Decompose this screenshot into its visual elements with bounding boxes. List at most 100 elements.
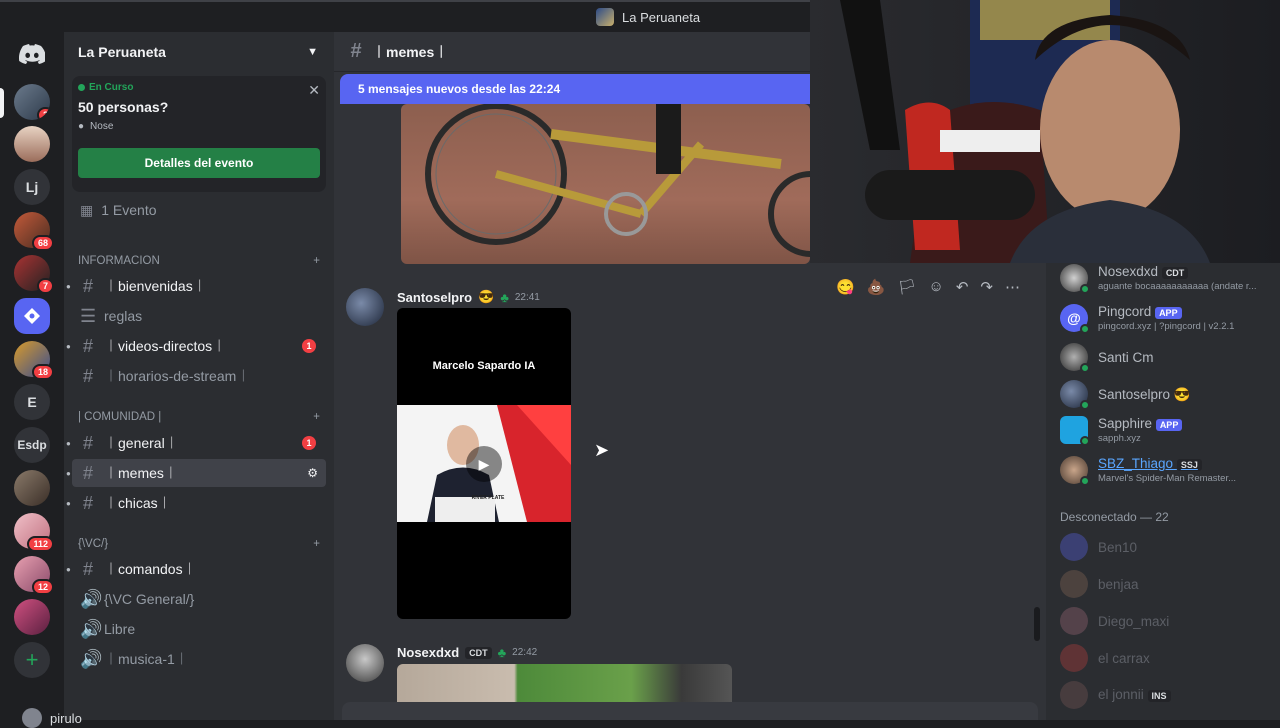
reaction-flag-icon[interactable]: 🏳 (897, 278, 916, 296)
channel-reglas[interactable]: ☰ reglas (72, 302, 326, 330)
message-input[interactable] (342, 702, 1038, 720)
member-status-text: sapph.xyz (1098, 433, 1141, 444)
member-sbz-thiago[interactable]: SBZ_Thiago SSJ Marvel's Spider-Man Remast… (1060, 452, 1276, 488)
server-icon-7[interactable]: 18 (14, 341, 54, 380)
member-name: el jonnii (1098, 686, 1144, 702)
member-name: SBZ_Thiago (1098, 456, 1174, 471)
category-informacion[interactable]: INFORMACION + (78, 252, 320, 270)
member-sapphire[interactable]: Sapphire APP sapph.xyz (1060, 412, 1276, 448)
rules-icon: ☰ (80, 305, 97, 326)
speaker-icon: 🔊 (80, 648, 103, 669)
plus-icon[interactable]: + (313, 411, 320, 423)
member-el-jonnii[interactable]: el jonnii INS (1060, 677, 1276, 713)
close-icon[interactable]: ✕ (308, 82, 320, 99)
sunglasses-emoji-icon: 😎 (478, 289, 495, 304)
image-attachment[interactable] (397, 664, 732, 702)
server-icon-5[interactable]: 7 (14, 255, 54, 294)
member-ben10[interactable]: Ben10 (1060, 529, 1276, 565)
category-vc[interactable]: {\VC/} + (78, 535, 320, 553)
server-header[interactable]: La Peruaneta ▼ (64, 32, 334, 72)
server-icon-12[interactable]: 12 (14, 556, 54, 595)
channel-general[interactable]: ● # ︱general︱ 1 (66, 429, 326, 457)
member-el-carrax[interactable]: el carrax (1060, 640, 1276, 676)
add-reaction-icon[interactable]: ☺ (929, 278, 944, 296)
forward-icon[interactable]: ↷ (980, 278, 993, 296)
avatar (1060, 681, 1088, 709)
server-icon-6[interactable] (14, 298, 50, 334)
unread-dot-icon: ● (66, 468, 71, 478)
member-nosexdxd[interactable]: Nosexdxd CDT aguante bocaaaaaaaaaaa (anda… (1060, 260, 1276, 296)
server-icon-e[interactable]: E (14, 384, 50, 420)
member-name-row: Santoselpro 😎 (1098, 387, 1191, 402)
category-comunidad[interactable]: | COMUNIDAD | + (78, 408, 320, 426)
avatar (22, 708, 42, 728)
member-benjaa[interactable]: benjaa (1060, 566, 1276, 602)
mention-badge: 68 (31, 235, 54, 251)
server-name: La Peruaneta (78, 44, 166, 60)
plus-icon[interactable]: + (313, 538, 320, 550)
plus-icon[interactable]: + (313, 255, 320, 267)
speaker-icon: 🔊 (80, 618, 103, 639)
server-icon-lj[interactable]: Lj (14, 169, 50, 205)
video-attachment[interactable]: Marcelo Sapardo IA RIVER PLATE ▶ (397, 308, 571, 619)
member-tag: CDT (1161, 267, 1189, 279)
channel-videos-directos[interactable]: ● # ︱videos-directos︱ 1 (66, 332, 326, 360)
add-server-icon[interactable]: + (14, 642, 50, 678)
voice-musica[interactable]: 🔊 ︱musica-1︱ (72, 645, 326, 673)
channel-bienvenidas[interactable]: ● # ︱bienvenidas︱ (66, 272, 326, 300)
event-status-label: En Curso (89, 82, 134, 93)
member-name: Santi Cm (1098, 349, 1154, 365)
channel-horarios[interactable]: # ︱horarios-de-stream︱ (72, 362, 326, 390)
avatar[interactable] (346, 644, 384, 682)
timestamp: 22:42 (512, 647, 538, 658)
more-icon[interactable]: ⋯ (1005, 278, 1020, 296)
voice-libre[interactable]: 🔊 Libre (72, 615, 326, 643)
event-location: ● Nose (78, 121, 320, 132)
play-icon[interactable]: ▶ (466, 446, 502, 482)
reaction-emoji-icon[interactable]: 💩 (867, 278, 886, 296)
server-icon-10[interactable] (14, 470, 50, 506)
speaker-icon: 🔊 (80, 588, 103, 609)
member-pingcord[interactable]: @ Pingcord APP pingcord.xyz | ?pingcord |… (1060, 300, 1276, 336)
author-name[interactable]: Santoselpro (397, 290, 472, 305)
server-icon-esdp[interactable]: Esdp (14, 427, 50, 463)
reply-icon[interactable]: ↶ (956, 278, 969, 296)
hash-icon: # (82, 365, 93, 386)
reaction-emoji-icon[interactable]: 😋 (836, 278, 855, 296)
channel-label: ︱bienvenidas︱ (104, 278, 207, 294)
channel-label: ︱chicas︱ (104, 495, 172, 511)
scrollbar[interactable] (1034, 607, 1040, 641)
unread-dot-icon: ● (66, 341, 71, 351)
member-santi-cm[interactable]: Santi Cm (1060, 339, 1276, 375)
server-icon-11[interactable]: 112 (14, 513, 54, 552)
server-icon-4[interactable]: 68 (14, 212, 54, 251)
channel-memes[interactable]: ● # ︱memes︱ ⚙ (66, 459, 326, 487)
author-name[interactable]: Nosexdxd (397, 645, 459, 660)
user-panel[interactable]: pirulo (22, 708, 82, 728)
event-details-button[interactable]: Detalles del evento (78, 148, 320, 178)
server-icon-1[interactable]: 2 (14, 84, 50, 120)
server-icon-13[interactable] (14, 599, 50, 635)
channel-label: ︱comandos︱ (104, 561, 197, 577)
events-link[interactable]: ▦ 1 Evento (72, 196, 326, 224)
server-icon-2[interactable] (14, 126, 50, 162)
voice-vc-general[interactable]: 🔊 {\VC General/} (72, 585, 326, 613)
member-tag: SSJ (1176, 459, 1202, 471)
avatar[interactable] (346, 288, 384, 326)
event-status: En Curso (78, 82, 320, 93)
avatar (1060, 533, 1088, 561)
mention-badge: 7 (36, 278, 54, 294)
location-pin-icon: ● (78, 121, 85, 132)
category-label: | COMUNIDAD | (78, 411, 162, 423)
member-tag: CDT (465, 646, 492, 659)
hash-icon: # (82, 558, 93, 579)
channel-chicas[interactable]: ● # ︱chicas︱ (66, 489, 326, 517)
member-diego-maxi[interactable]: Diego_maxi (1060, 603, 1276, 639)
image-attachment[interactable] (401, 104, 810, 264)
video-thumbnail: RIVER PLATE ▶ (397, 405, 571, 522)
channel-comandos[interactable]: ● # ︱comandos︱ (66, 555, 326, 583)
member-name: Pingcord (1098, 304, 1152, 319)
member-santoselpro[interactable]: Santoselpro 😎 (1060, 376, 1276, 412)
discord-home-icon[interactable] (14, 36, 50, 72)
settings-gear-icon[interactable]: ⚙ (307, 466, 318, 480)
